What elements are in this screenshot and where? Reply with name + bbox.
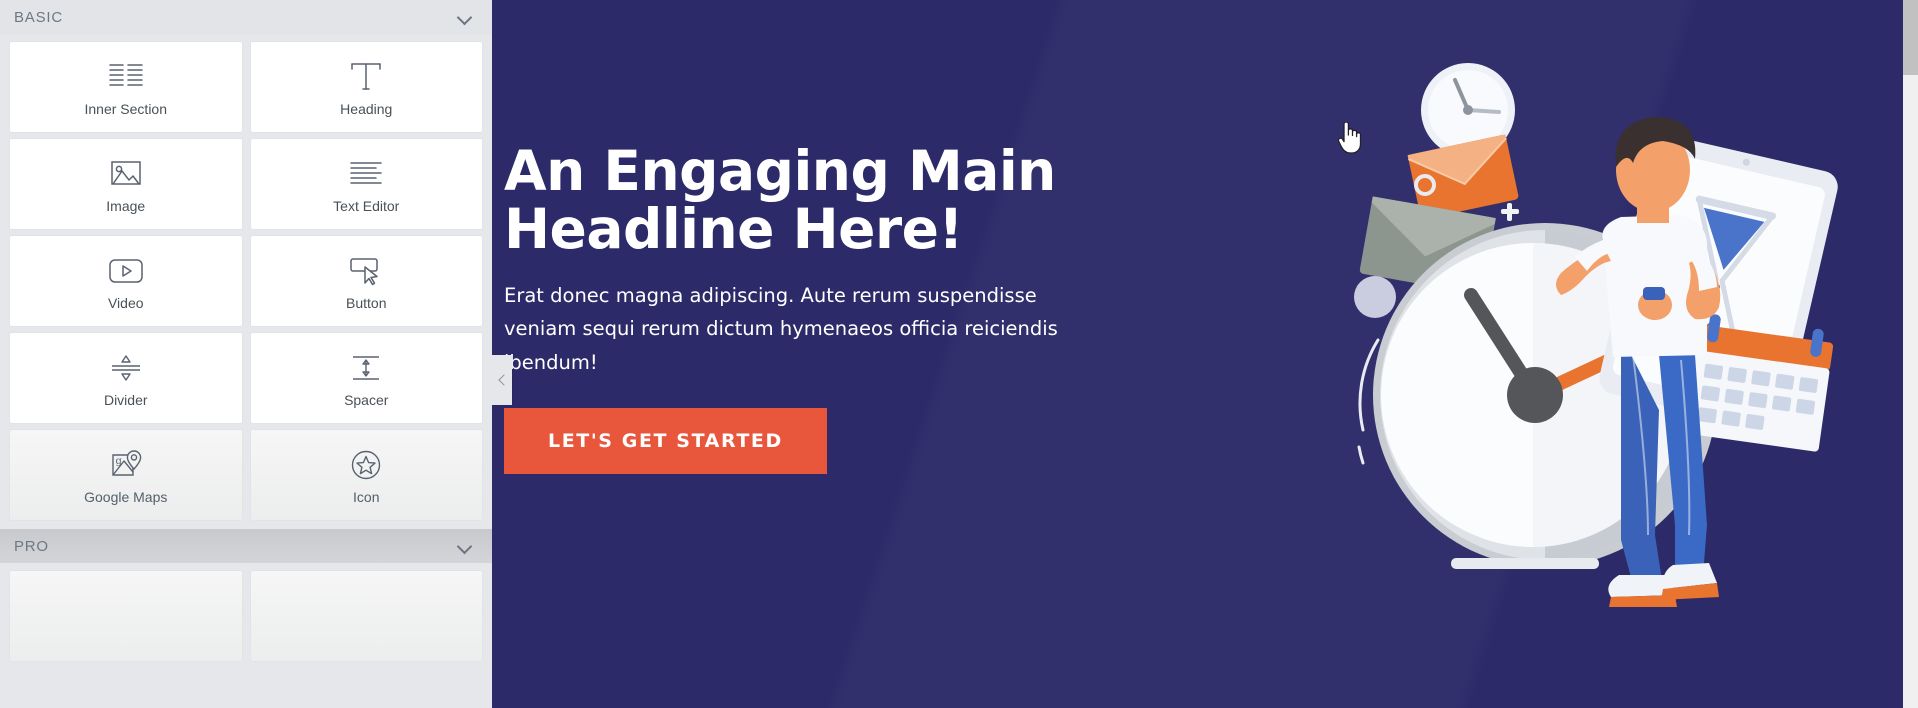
widget-card-inner-section[interactable]: Inner Section <box>10 42 242 132</box>
widget-card-icon[interactable]: Icon <box>250 430 482 520</box>
widget-card-text-editor[interactable]: Text Editor <box>250 139 482 229</box>
page-title[interactable]: An Engaging Main Headline Here! <box>504 142 1164 259</box>
section-header-basic[interactable]: BASIC <box>0 0 492 34</box>
widget-label: Text Editor <box>333 198 400 214</box>
widget-card-button[interactable]: Button <box>250 236 482 326</box>
cta-button[interactable]: LET'S GET STARTED <box>504 408 827 475</box>
pro-widgets-grid <box>0 563 492 661</box>
button-cursor-icon <box>348 251 384 291</box>
widget-label: Google Maps <box>84 489 168 505</box>
widget-card-pro-1[interactable] <box>10 571 242 661</box>
widgets-panel: BASIC Inner Section Heading Image Text E… <box>0 0 492 708</box>
widget-label: Spacer <box>344 392 389 408</box>
widget-card-pro-2[interactable] <box>250 571 482 661</box>
chevron-down-icon[interactable] <box>456 537 474 555</box>
widget-label: Heading <box>340 101 393 117</box>
widget-label: Button <box>346 295 387 311</box>
widget-card-spacer[interactable]: Spacer <box>250 333 482 423</box>
widget-card-heading[interactable]: Heading <box>250 42 482 132</box>
section-title-basic: BASIC <box>14 8 64 26</box>
hero-paragraph[interactable]: Erat donec magna adipiscing. Aute rerum … <box>504 279 1104 380</box>
widget-card-google-maps[interactable]: g Google Maps <box>10 430 242 520</box>
page-preview-canvas: An Engaging Main Headline Here! Erat don… <box>492 0 1918 708</box>
scrollbar-thumb[interactable] <box>1903 0 1918 75</box>
divider-icon <box>109 348 143 388</box>
text-editor-icon <box>349 154 383 194</box>
time-management-illustration <box>1354 63 1838 607</box>
widget-label: Divider <box>103 392 148 408</box>
widget-card-image[interactable]: Image <box>10 139 242 229</box>
video-play-icon <box>108 251 144 291</box>
chevron-left-icon <box>497 374 510 386</box>
widget-label: Video <box>107 295 144 311</box>
hero-content: An Engaging Main Headline Here! Erat don… <box>504 142 1164 475</box>
heading-t-icon <box>349 57 383 97</box>
widget-card-divider[interactable]: Divider <box>10 333 242 423</box>
panel-collapse-handle[interactable] <box>492 355 512 405</box>
image-icon <box>110 154 142 194</box>
widget-card-video[interactable]: Video <box>10 236 242 326</box>
spacer-icon <box>349 348 383 388</box>
chevron-down-icon[interactable] <box>456 8 474 26</box>
google-maps-icon: g <box>109 445 143 485</box>
widget-label: Image <box>106 198 146 214</box>
elementor-editor-window: BASIC Inner Section Heading Image Text E… <box>0 0 1918 708</box>
widget-label: Inner Section <box>84 101 168 117</box>
star-circle-icon <box>350 445 382 485</box>
basic-widgets-grid: Inner Section Heading Image Text Editor … <box>0 34 492 520</box>
widget-label: Icon <box>353 489 380 505</box>
section-header-pro[interactable]: PRO <box>0 529 492 563</box>
svg-text:g: g <box>115 456 122 467</box>
section-title-pro: PRO <box>14 537 49 555</box>
inner-section-icon <box>109 57 143 97</box>
vertical-scrollbar[interactable] <box>1903 0 1918 708</box>
